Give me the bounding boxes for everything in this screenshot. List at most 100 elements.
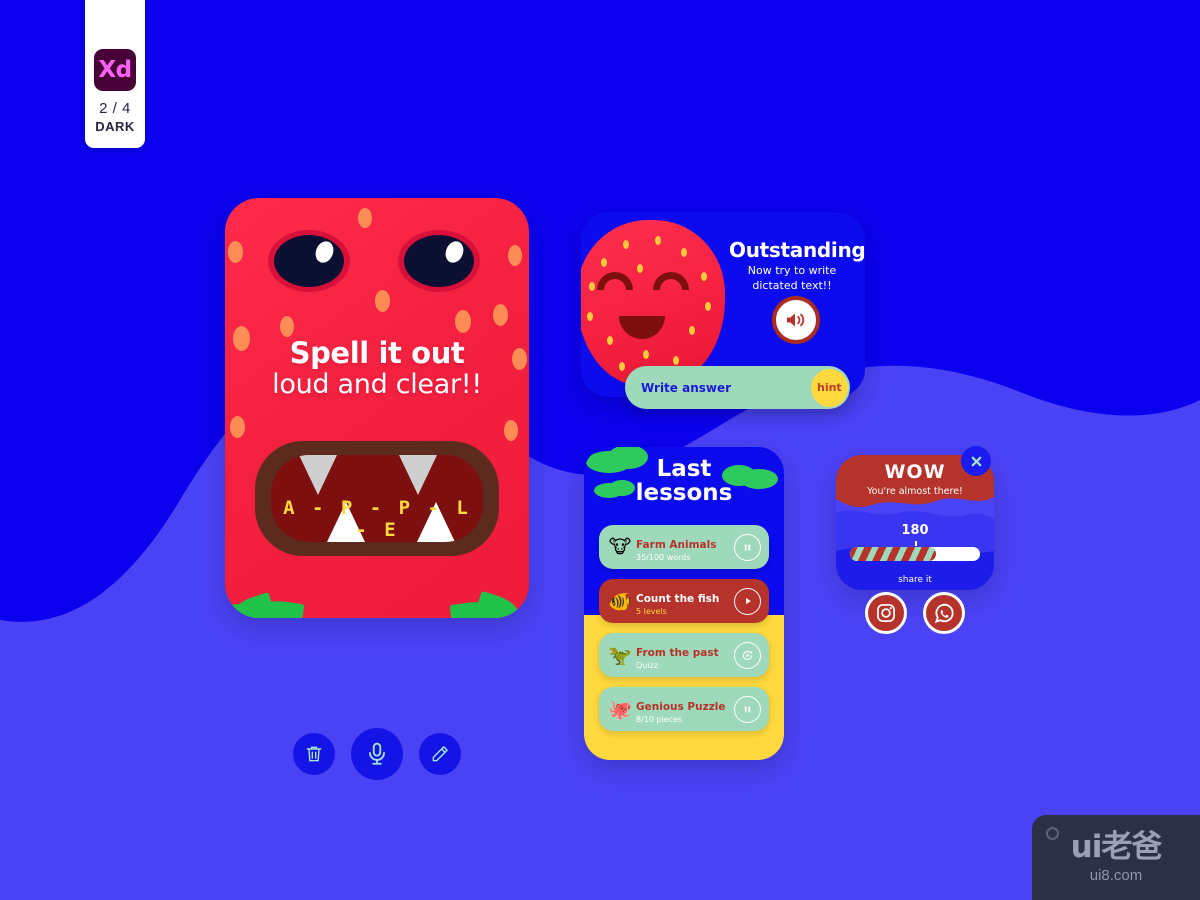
list-item[interactable]: 🐙 Genious Puzzle 8/10 pieces bbox=[599, 687, 769, 731]
strawberry-seed bbox=[689, 326, 695, 335]
title-line-2: lessons bbox=[635, 480, 733, 507]
dinosaur-icon: 🦖 bbox=[608, 644, 632, 667]
eye-ball bbox=[404, 235, 474, 287]
page-indicator: 2 / 4 bbox=[99, 100, 131, 117]
seed-dot bbox=[230, 416, 245, 438]
play-icon bbox=[745, 598, 751, 604]
outstanding-subtitle: Now try to write dictated text!! bbox=[729, 264, 855, 294]
subtitle-line-1: Now try to write bbox=[747, 264, 837, 277]
last-lessons-card: Last lessons 🐮 Farm Animals 35/100 words bbox=[584, 447, 784, 760]
list-item[interactable]: 🦖 From the past Quizz bbox=[599, 633, 769, 677]
seed-dot bbox=[455, 310, 471, 333]
spell-it-out-card: Spell it out loud and clear!! A - P - P … bbox=[225, 198, 529, 618]
score-tick-marker bbox=[915, 541, 917, 546]
watermark-url: ui8.com bbox=[1089, 866, 1143, 884]
strawberry-seed bbox=[701, 272, 707, 281]
tooth-top-left bbox=[299, 455, 337, 495]
seed-dot bbox=[228, 241, 243, 263]
seed-dot bbox=[493, 304, 508, 326]
title-line-1: Last bbox=[656, 456, 712, 482]
mouth-interior: A - P - P - L - E bbox=[271, 455, 483, 542]
strawberry-seed bbox=[637, 264, 643, 273]
strawberry-seed bbox=[681, 248, 687, 257]
play-button[interactable] bbox=[734, 587, 761, 615]
lesson-meta: 8/10 pieces bbox=[636, 714, 683, 724]
whatsapp-share-button[interactable] bbox=[923, 592, 965, 634]
answer-input-bar: hint bbox=[625, 366, 850, 409]
instagram-share-button[interactable] bbox=[865, 592, 907, 634]
strawberry-seed bbox=[643, 350, 649, 359]
watermark-dot-icon bbox=[1046, 827, 1059, 840]
tooth-top-right bbox=[399, 455, 437, 495]
watermark: ui老爸 ui8.com bbox=[1032, 815, 1200, 900]
microphone-icon bbox=[369, 742, 385, 765]
adobe-xd-icon: Xd bbox=[94, 49, 136, 91]
strawberry-character bbox=[581, 220, 725, 386]
strawberry-seed bbox=[587, 312, 593, 321]
seed-dot bbox=[280, 316, 294, 337]
trash-icon bbox=[306, 746, 322, 762]
pause-button[interactable] bbox=[734, 695, 761, 723]
strawberry-seed bbox=[607, 336, 613, 345]
strawberry-seed bbox=[655, 236, 661, 245]
strawberry-seed bbox=[705, 302, 711, 311]
seed-dot bbox=[504, 420, 518, 441]
card-title: Spell it out loud and clear!! bbox=[225, 338, 529, 399]
hint-button[interactable]: hint bbox=[811, 368, 848, 407]
title-line-1: Spell it out bbox=[289, 336, 465, 370]
strawberry-right-eye bbox=[653, 272, 689, 290]
lesson-text: Genious Puzzle 8/10 pieces bbox=[636, 695, 734, 724]
lesson-text: From the past Quizz bbox=[636, 641, 734, 670]
pause-icon bbox=[744, 705, 751, 713]
lessons-title: Last lessons bbox=[584, 457, 784, 505]
spelled-word: A - P - P - L - E bbox=[283, 497, 471, 541]
whatsapp-icon bbox=[934, 603, 954, 623]
lesson-meta: 5 levels bbox=[636, 606, 667, 616]
pencil-icon bbox=[432, 746, 448, 762]
delete-button[interactable] bbox=[293, 733, 335, 775]
lesson-text: Farm Animals 35/100 words bbox=[636, 533, 734, 562]
lesson-meta: 35/100 words bbox=[636, 552, 691, 562]
seed-dot bbox=[375, 290, 390, 312]
theme-mode-label: DARK bbox=[95, 119, 135, 134]
strawberry-seed bbox=[601, 258, 607, 267]
list-item[interactable]: 🐮 Farm Animals 35/100 words bbox=[599, 525, 769, 569]
instagram-icon bbox=[877, 604, 895, 622]
lesson-text: Count the fish 5 levels bbox=[636, 587, 734, 616]
strawberry-seed bbox=[623, 240, 629, 249]
progress-bar bbox=[850, 547, 980, 561]
eye-ball bbox=[274, 235, 344, 287]
pause-button[interactable] bbox=[734, 533, 761, 561]
octopus-icon: 🐙 bbox=[608, 698, 632, 721]
wow-subtitle: You're almost there! bbox=[867, 486, 963, 497]
share-label: share it bbox=[898, 575, 932, 585]
progress-bar-fill bbox=[850, 547, 936, 561]
play-audio-button[interactable] bbox=[772, 296, 820, 344]
write-button[interactable] bbox=[419, 733, 461, 775]
strawberry-seed bbox=[673, 356, 679, 365]
replay-icon bbox=[742, 650, 753, 660]
subtitle-line-2: dictated text!! bbox=[752, 278, 832, 292]
strawberry-seed bbox=[589, 282, 595, 291]
cow-icon: 🐮 bbox=[608, 536, 632, 558]
lesson-name: Count the fish bbox=[636, 592, 720, 605]
fishbowl-icon: 🐠 bbox=[608, 590, 632, 613]
title-line-2: loud and clear!! bbox=[272, 368, 482, 400]
lesson-name: From the past bbox=[636, 646, 719, 659]
close-button[interactable] bbox=[961, 446, 991, 476]
share-buttons bbox=[836, 592, 994, 634]
pause-icon bbox=[744, 543, 751, 551]
strawberry-left-eye bbox=[597, 272, 633, 290]
close-icon bbox=[971, 456, 981, 466]
list-item[interactable]: 🐠 Count the fish 5 levels bbox=[599, 579, 769, 623]
lessons-list: 🐮 Farm Animals 35/100 words 🐠 Count the … bbox=[599, 525, 769, 731]
speaker-icon bbox=[787, 313, 805, 327]
seed-dot bbox=[508, 245, 522, 266]
outstanding-title: Outstanding! bbox=[729, 238, 865, 262]
answer-input[interactable] bbox=[625, 380, 811, 395]
score-value: 180 bbox=[901, 523, 929, 538]
strawberry-mouth bbox=[619, 316, 665, 339]
seed-dot bbox=[358, 208, 372, 228]
record-button[interactable] bbox=[351, 728, 403, 780]
replay-button[interactable] bbox=[734, 641, 761, 669]
